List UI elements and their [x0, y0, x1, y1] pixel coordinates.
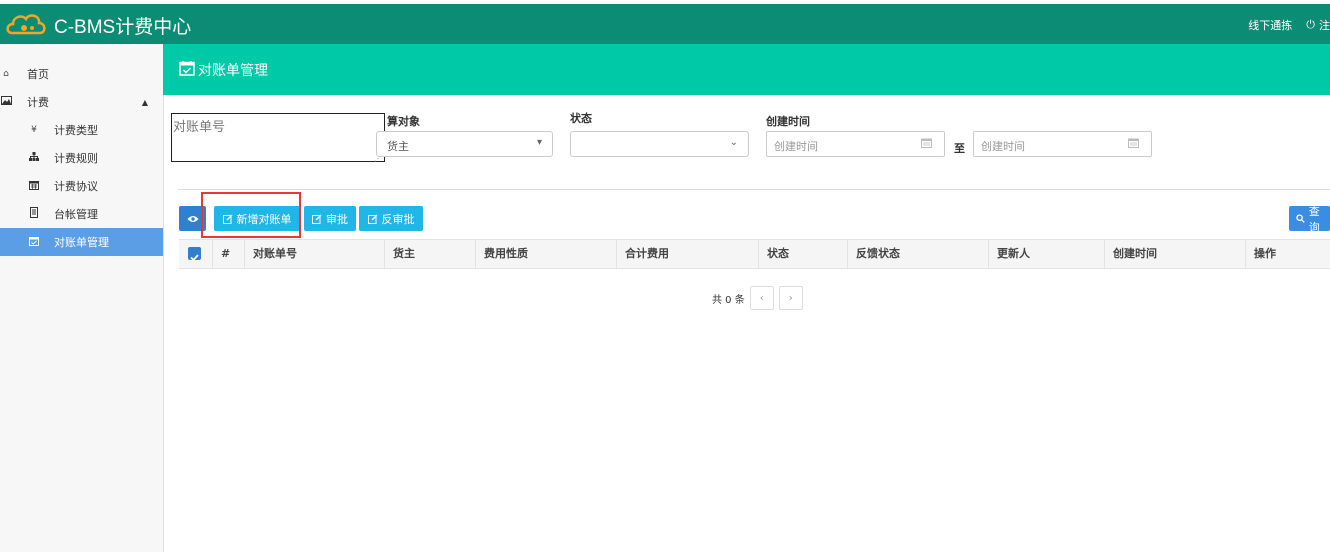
sidebar: ⌂ 首页 计费 ▲ ¥ 计费类型 计费规则 计费协议 台帐管理 对账单管理 — [0, 44, 164, 552]
caret-down-icon: ▾ — [536, 137, 542, 148]
eye-icon — [187, 215, 198, 222]
created-from-input[interactable]: 创建时间 — [766, 131, 945, 157]
image-icon — [0, 96, 12, 108]
sidebar-item-label: 计费类型 — [54, 124, 98, 137]
page-header: 对账单管理 — [163, 44, 1330, 95]
next-page-button[interactable]: › — [778, 286, 803, 310]
prev-page-button[interactable]: ‹ — [749, 286, 774, 310]
ledger-icon — [28, 207, 40, 221]
to-label: 至 — [954, 142, 965, 155]
created-from-placeholder: 创建时间 — [774, 140, 818, 153]
column-header: 更新人 — [989, 240, 1105, 268]
status-select[interactable]: ⌄ — [570, 131, 749, 157]
select-all-checkbox[interactable] — [188, 247, 201, 262]
sidebar-item-label: 计费协议 — [54, 180, 98, 193]
unapprove-label: 反审批 — [381, 212, 415, 226]
column-header: # — [213, 240, 245, 268]
power-icon: ⏻ — [1306, 18, 1315, 31]
column-header: 状态 — [759, 240, 848, 268]
target-select-value: 货主 — [387, 140, 409, 153]
table-header: # 对账单号 货主 费用性质 合计费用 状态 反馈状态 更新人 创建时间 操作 — [179, 239, 1330, 269]
sidebar-item-billing[interactable]: 计费 ▲ — [0, 88, 163, 116]
calendar-check-icon — [28, 236, 40, 249]
statement-no-placeholder: 对账单号 — [173, 120, 226, 135]
sidebar-item-ledger[interactable]: 台帐管理 — [0, 200, 163, 228]
unapprove-button[interactable]: 反审批 — [359, 206, 423, 231]
column-header: 对账单号 — [245, 240, 385, 268]
calendar-check-icon — [179, 61, 195, 76]
status-label: 状态 — [570, 112, 592, 125]
yen-icon: ¥ — [31, 125, 37, 135]
approve-button[interactable]: 审批 — [304, 206, 356, 231]
offline-pick-link[interactable]: 线下通拣 — [1248, 17, 1292, 33]
column-header: 费用性质 — [476, 240, 617, 268]
page-title: 对账单管理 — [198, 63, 268, 79]
calendar-icon — [1128, 138, 1139, 148]
sidebar-item-label: 对账单管理 — [54, 236, 109, 249]
edit-icon — [367, 214, 377, 224]
divider — [178, 189, 1330, 190]
column-header: 反馈状态 — [848, 240, 989, 268]
column-header: 合计费用 — [617, 240, 759, 268]
query-button[interactable]: 查询 — [1289, 205, 1330, 234]
sidebar-item-billing-agreement[interactable]: 计费协议 — [0, 172, 163, 200]
target-select[interactable]: 货主 ▾ — [376, 131, 553, 157]
sidebar-item-label: 台帐管理 — [54, 208, 98, 221]
sidebar-item-home[interactable]: ⌂ 首页 — [0, 60, 163, 88]
approve-label: 审批 — [326, 212, 348, 226]
chevron-down-icon: ⌄ — [729, 137, 738, 148]
statement-no-field[interactable]: 对账单号 ⋰ — [171, 113, 385, 163]
created-to-placeholder: 创建时间 — [981, 140, 1025, 153]
column-header: 货主 — [385, 240, 476, 268]
caret-up-icon: ▲ — [141, 97, 148, 107]
highlight-box — [201, 192, 301, 238]
cloud-logo-icon — [6, 14, 46, 35]
created-to-input[interactable]: 创建时间 — [973, 131, 1152, 157]
calendar-icon — [28, 180, 40, 193]
sidebar-item-label: 计费规则 — [54, 152, 98, 165]
logout-button[interactable]: ⏻ 注 — [1306, 17, 1330, 33]
target-label: 算对象 — [387, 115, 420, 128]
column-header: 操作 — [1254, 247, 1276, 260]
home-icon: ⌂ — [3, 69, 9, 79]
calendar-icon — [921, 138, 932, 148]
created-time-label: 创建时间 — [766, 115, 810, 128]
sidebar-item-billing-rules[interactable]: 计费规则 — [0, 144, 163, 172]
query-label: 查询 — [1308, 204, 1320, 234]
select-all-cell[interactable] — [179, 240, 213, 268]
check-icon — [190, 254, 199, 262]
total-count: 共 0 条 — [712, 294, 745, 306]
sidebar-item-statement[interactable]: 对账单管理 — [0, 228, 163, 256]
edit-icon — [312, 214, 322, 224]
sidebar-item-billing-type[interactable]: ¥ 计费类型 — [0, 116, 163, 144]
sidebar-item-label: 首页 — [27, 68, 49, 81]
pagination: 共 0 条 ‹ › — [712, 286, 803, 310]
search-icon — [1296, 214, 1305, 223]
app-title: C-BMS计费中心 — [54, 17, 192, 38]
top-bar: C-BMS计费中心 线下通拣 ⏻ 注 — [0, 4, 1330, 44]
sidebar-item-label: 计费 — [27, 96, 49, 109]
logout-label: 注 — [1319, 19, 1330, 32]
sitemap-icon — [28, 152, 40, 164]
column-header: 创建时间 — [1105, 240, 1246, 268]
